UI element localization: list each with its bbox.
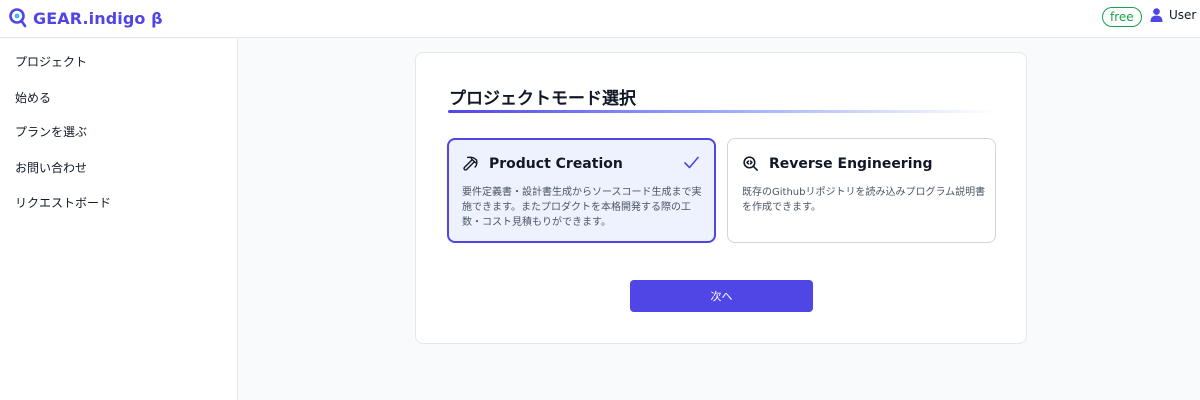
- search-code-icon: [743, 156, 759, 172]
- sidebar-item-get-started[interactable]: 始める: [15, 89, 51, 106]
- pickaxe-icon: [463, 156, 478, 171]
- option-description: 要件定義書・設計書生成からソースコード生成まで実施できます。またプロダクトを本格…: [462, 187, 702, 228]
- user-icon: [1150, 8, 1163, 22]
- option-header: Product Creation: [462, 155, 623, 172]
- option-reverse-engineering[interactable]: Reverse Engineering 既存のGithubリポジトリを読み込みプ…: [727, 138, 996, 243]
- option-title: Product Creation: [489, 155, 623, 172]
- user-label: User: [1169, 8, 1197, 22]
- page-title: プロジェクトモード選択: [449, 89, 636, 109]
- magnifier-logo-icon: [9, 8, 27, 28]
- option-title: Reverse Engineering: [769, 155, 933, 172]
- app-name: GEAR.indigo β: [33, 8, 163, 28]
- user-menu[interactable]: User: [1150, 8, 1196, 22]
- app-logo[interactable]: GEAR.indigo β: [8, 7, 163, 29]
- sidebar-item-contact[interactable]: お問い合わせ: [15, 159, 87, 176]
- title-underline: [448, 110, 996, 113]
- next-button[interactable]: 次へ: [630, 280, 813, 312]
- check-icon: [684, 156, 699, 169]
- option-description: 既存のGithubリポジトリを読み込みプログラム説明書を作成できます。: [742, 187, 986, 213]
- sidebar: プロジェクト 始める プランを選ぶ お問い合わせ リクエストボード: [0, 39, 238, 400]
- sidebar-item-choose-plan[interactable]: プランを選ぶ: [15, 123, 87, 140]
- mode-selection-card: プロジェクトモード選択 Product Creation 要件定義書・設計書生成…: [415, 52, 1027, 344]
- sidebar-item-request-board[interactable]: リクエストボード: [15, 194, 111, 211]
- sidebar-item-projects[interactable]: プロジェクト: [15, 53, 87, 70]
- option-header: Reverse Engineering: [742, 155, 933, 172]
- plan-badge: free: [1102, 7, 1142, 27]
- option-product-creation[interactable]: Product Creation 要件定義書・設計書生成からソースコード生成まで…: [447, 138, 716, 243]
- top-header: GEAR.indigo β free User: [0, 0, 1200, 38]
